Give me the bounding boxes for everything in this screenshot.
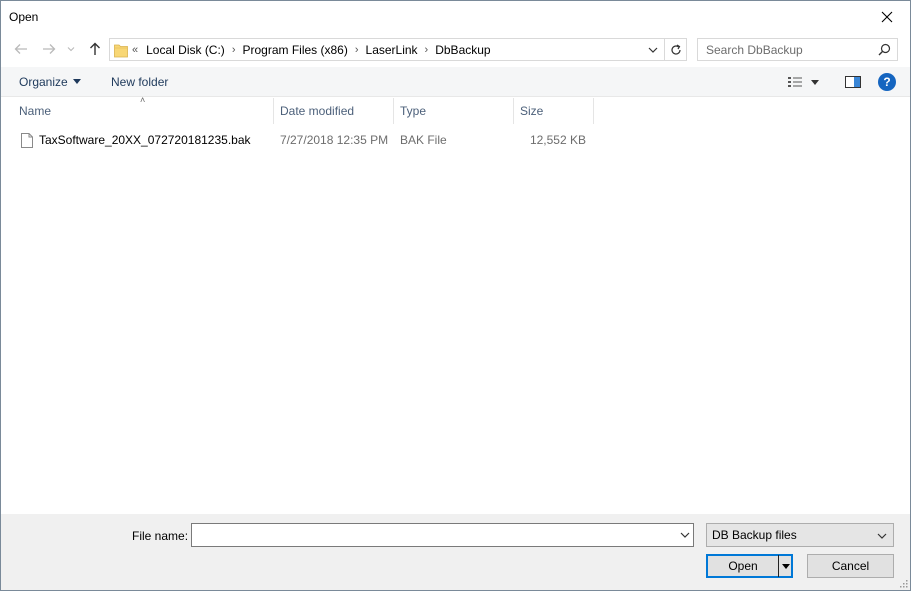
file-name: TaxSoftware_20XX_072720181235.bak [39, 133, 251, 147]
file-name-input[interactable] [192, 524, 672, 546]
caret-down-icon[interactable] [811, 79, 819, 85]
open-options-dropdown[interactable] [778, 555, 792, 577]
cancel-button[interactable]: Cancel [807, 554, 894, 578]
details-view-icon [788, 77, 802, 87]
chevron-down-icon [648, 47, 658, 53]
file-date-modified: 7/27/2018 12:35 PM [280, 133, 389, 147]
column-header-type[interactable]: Type [394, 98, 514, 124]
column-headers: ˄ Name Date modified Type Size [1, 95, 910, 124]
forward-button[interactable] [39, 39, 59, 59]
search-input[interactable] [698, 39, 874, 60]
open-button[interactable]: Open [706, 554, 793, 578]
search-icon[interactable] [878, 43, 891, 59]
bottom-pane: File name: DB Backup files Open Cancel [1, 514, 910, 590]
preview-pane-button[interactable] [843, 73, 863, 91]
file-type-select[interactable]: DB Backup files [706, 523, 894, 547]
file-size: 12,552 KB [529, 133, 586, 147]
file-type-selected: DB Backup files [712, 528, 797, 542]
chevron-down-icon [67, 47, 75, 52]
caret-down-icon [72, 79, 81, 84]
close-button[interactable] [864, 1, 910, 32]
breadcrumb-item-program-files[interactable]: Program Files (x86) [242, 43, 347, 57]
close-icon [881, 11, 893, 22]
chevron-down-icon [680, 532, 690, 538]
organize-button[interactable]: Organize [19, 75, 81, 89]
open-file-dialog: Open « Local Disk (C:) › Program Files (… [0, 0, 911, 591]
help-button[interactable]: ? [878, 73, 896, 91]
chevron-right-icon[interactable]: › [425, 44, 429, 56]
file-name-label: File name: [132, 529, 189, 543]
open-button-label[interactable]: Open [707, 555, 779, 577]
refresh-button[interactable] [664, 39, 686, 60]
recent-locations-button[interactable] [64, 39, 78, 59]
refresh-icon [670, 43, 681, 55]
arrow-up-icon [90, 42, 100, 55]
file-name-dropdown-button[interactable] [679, 529, 691, 544]
arrow-right-icon [43, 44, 56, 54]
resize-grip-icon[interactable] [898, 578, 908, 588]
up-button[interactable] [85, 39, 105, 59]
address-bar[interactable]: « Local Disk (C:) › Program Files (x86) … [109, 38, 687, 61]
preview-pane-icon [845, 76, 861, 88]
arrow-left-icon [14, 44, 27, 54]
column-header-name[interactable]: Name [13, 98, 274, 124]
breadcrumb-item-local-disk[interactable]: Local Disk (C:) [146, 43, 225, 57]
file-name-combobox[interactable] [191, 523, 694, 547]
breadcrumb-overflow[interactable]: « [132, 44, 138, 56]
command-bar: Organize New folder ? [1, 67, 910, 97]
search-box[interactable] [697, 38, 898, 61]
file-type: BAK File [400, 133, 447, 147]
file-row[interactable]: TaxSoftware_20XX_072720181235.bak 7/27/2… [13, 129, 594, 151]
new-folder-button[interactable]: New folder [111, 75, 168, 89]
caret-down-icon [781, 563, 790, 569]
file-icon [21, 132, 33, 148]
breadcrumb: « Local Disk (C:) › Program Files (x86) … [132, 39, 491, 60]
help-icon: ? [883, 75, 891, 89]
folder-icon [114, 42, 128, 61]
column-header-size[interactable]: Size [514, 98, 594, 124]
breadcrumb-item-laserlink[interactable]: LaserLink [366, 43, 418, 57]
address-dropdown-button[interactable] [643, 39, 663, 60]
navigation-bar: « Local Disk (C:) › Program Files (x86) … [1, 34, 910, 64]
chevron-right-icon[interactable]: › [355, 44, 359, 56]
title-bar: Open [1, 1, 910, 32]
back-button[interactable] [11, 39, 31, 59]
chevron-down-icon [876, 530, 888, 545]
chevron-right-icon[interactable]: › [232, 44, 236, 56]
breadcrumb-item-dbbackup[interactable]: DbBackup [435, 43, 490, 57]
window-title: Open [9, 10, 39, 24]
organize-label: Organize [19, 75, 68, 89]
file-list: TaxSoftware_20XX_072720181235.bak 7/27/2… [1, 125, 910, 513]
change-view-button[interactable] [787, 73, 827, 91]
file-name-cell: TaxSoftware_20XX_072720181235.bak [21, 129, 251, 151]
column-header-date-modified[interactable]: Date modified [274, 98, 394, 124]
